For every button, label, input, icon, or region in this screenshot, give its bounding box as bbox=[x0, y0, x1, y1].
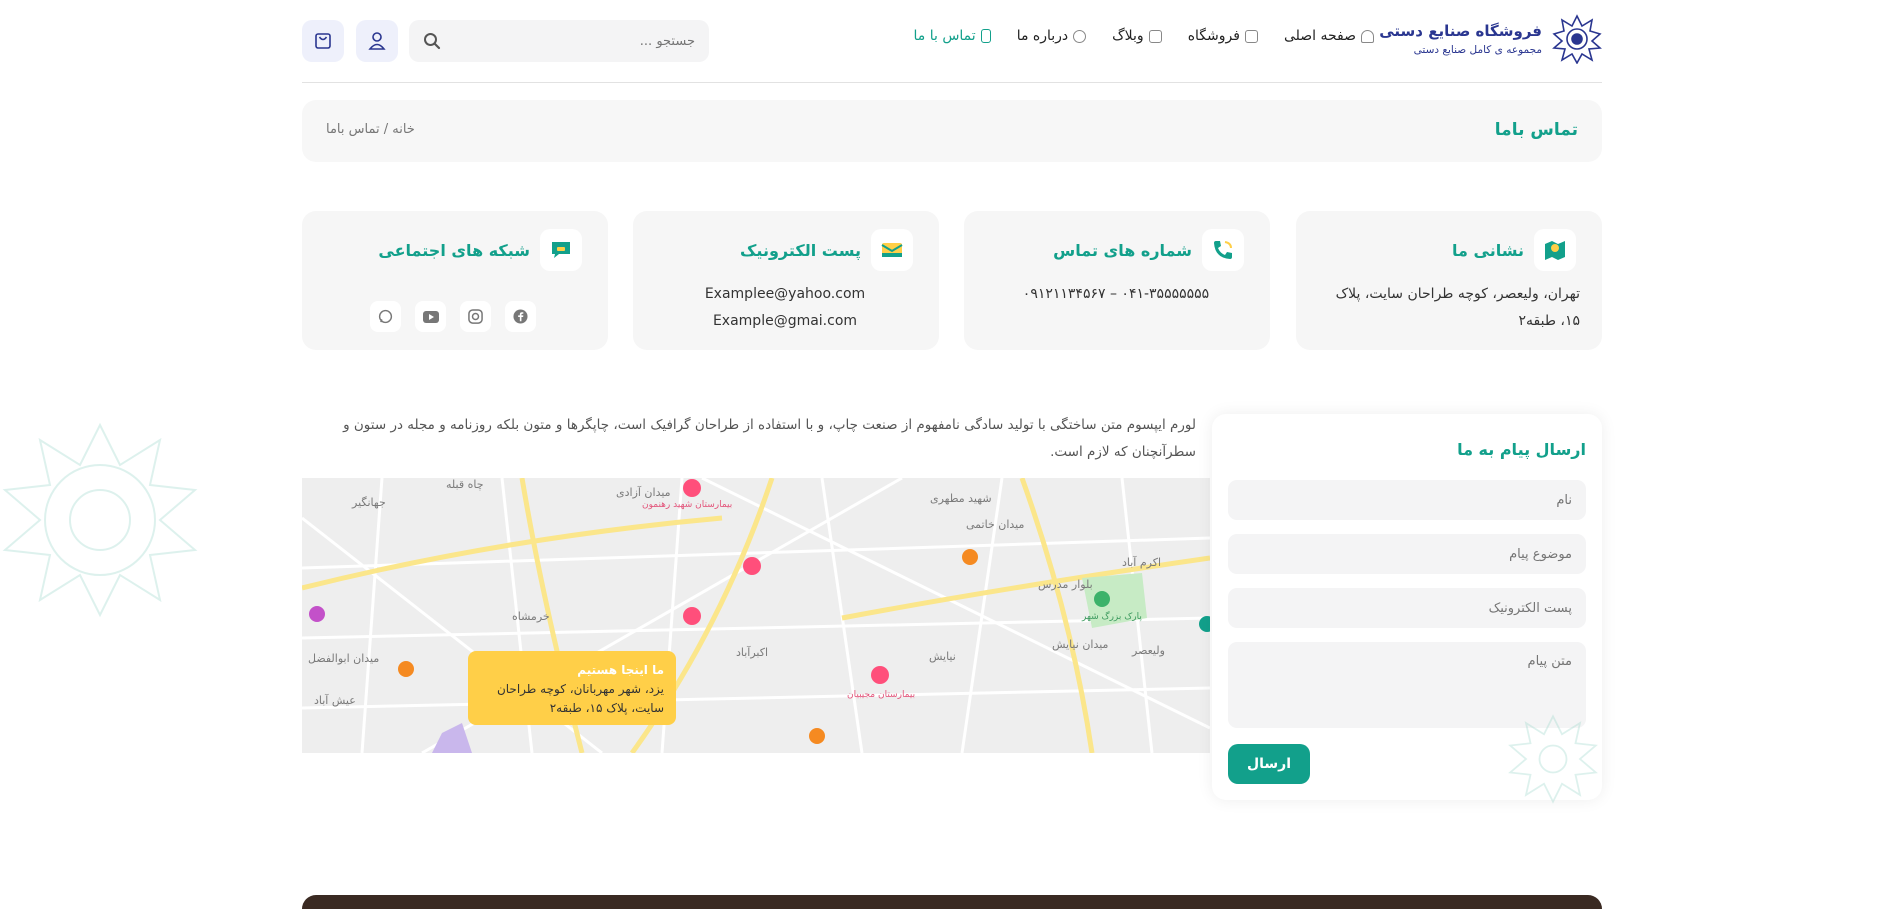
nav-about-label: درباره ما bbox=[1016, 28, 1069, 44]
phone-icon bbox=[980, 29, 991, 43]
facebook-icon[interactable] bbox=[505, 301, 536, 332]
account-button[interactable] bbox=[356, 20, 398, 62]
nav-shop-label: فروشگاه bbox=[1187, 28, 1240, 44]
map-label: بلوار مدرس bbox=[1038, 578, 1093, 591]
map-label: بیمارستان شهید رهنمون bbox=[642, 500, 733, 510]
brand-subtitle: مجموعه ی کامل صنایع دستی bbox=[1413, 44, 1542, 56]
cart-button[interactable] bbox=[302, 20, 344, 62]
breadcrumb[interactable]: خانه / تماس باما bbox=[326, 122, 415, 137]
chat-like-icon bbox=[540, 229, 582, 271]
map-label: میدان خاتمی bbox=[966, 518, 1025, 531]
address-text: تهران، ولیعصر، کوچه طراحان سایت، پلاک ۱۵… bbox=[1335, 286, 1580, 329]
search-input[interactable] bbox=[441, 33, 695, 49]
phone-call-icon bbox=[1202, 229, 1244, 271]
search-icon[interactable] bbox=[423, 32, 441, 50]
nav-shop[interactable]: فروشگاه bbox=[1188, 28, 1258, 44]
name-field[interactable] bbox=[1228, 480, 1586, 520]
email-field[interactable] bbox=[1228, 588, 1586, 628]
nav-about[interactable]: درباره ما bbox=[1016, 28, 1087, 44]
contact-form: ارسال پیام به ما ارسال bbox=[1212, 414, 1602, 804]
main-nav: صفحه اصلی فروشگاه وبلاگ درباره ما تماس ب… bbox=[914, 28, 1374, 44]
shopping-bag-icon bbox=[315, 33, 331, 49]
map-pin-icon bbox=[1534, 229, 1576, 271]
map-label: میدان نیایش bbox=[1052, 638, 1109, 651]
map-popup-title: ما اینجا هستیم bbox=[577, 663, 664, 677]
social-card: شبکه های اجتماعی bbox=[302, 211, 608, 350]
ornament-form bbox=[1508, 714, 1598, 804]
map-label: اکرم آباد bbox=[1122, 556, 1162, 569]
email-2[interactable]: Example@gmai.com bbox=[653, 308, 917, 335]
map-label: میدان ابوالفضل bbox=[308, 652, 380, 665]
mail-icon bbox=[871, 229, 913, 271]
user-icon bbox=[368, 32, 386, 50]
youtube-icon[interactable] bbox=[415, 301, 446, 332]
nav-home[interactable]: صفحه اصلی bbox=[1284, 28, 1374, 44]
nav-blog[interactable]: وبلاگ bbox=[1112, 28, 1162, 44]
map-label: شهید مطهری bbox=[930, 492, 992, 505]
brand[interactable]: فروشگاه صنایع دستی مجموعه ی کامل صنایع د… bbox=[1379, 14, 1602, 64]
footer-banner bbox=[302, 895, 1602, 909]
send-button[interactable]: ارسال bbox=[1228, 744, 1310, 784]
address-card: نشانی ما تهران، ولیعصر، کوچه طراحان سایت… bbox=[1296, 211, 1602, 350]
email-card: پست الکترونیک Examplee@yahoo.com Example… bbox=[633, 211, 939, 350]
map-popup-text: یزد، شهر مهربانان، کوچه طراحان سایت، پلا… bbox=[496, 682, 664, 715]
nav-blog-label: وبلاگ bbox=[1112, 28, 1144, 44]
breadcrumb-bar: تماس باما خانه / تماس باما bbox=[302, 100, 1602, 162]
brand-title: فروشگاه صنایع دستی bbox=[1379, 22, 1542, 40]
map-label: بیمارستان مجیبیان bbox=[847, 690, 916, 700]
map-label: ولیعصر bbox=[1132, 644, 1165, 657]
address-title: نشانی ما bbox=[1452, 240, 1524, 260]
phones-text: ۰۴۱-۳۵۵۵۵۵۵۵ – ۰۹۱۲۱۱۳۴۵۶۷ bbox=[1022, 286, 1210, 302]
intro-text: لورم ایپسوم متن ساختگی با تولید سادگی نا… bbox=[343, 417, 1196, 460]
header: فروشگاه صنایع دستی مجموعه ی کامل صنایع د… bbox=[302, 14, 1602, 68]
page-title: تماس باما bbox=[1494, 120, 1578, 140]
whatsapp-icon[interactable] bbox=[370, 301, 401, 332]
phones-title: شماره های تماس bbox=[1053, 240, 1192, 260]
subject-field[interactable] bbox=[1228, 534, 1586, 574]
nav-home-label: صفحه اصلی bbox=[1283, 28, 1356, 44]
ornament-left bbox=[2, 422, 198, 618]
map-popup: ما اینجا هستیم یزد، شهر مهربانان، کوچه ط… bbox=[468, 651, 676, 725]
logo-icon bbox=[1552, 14, 1602, 64]
email-list: Examplee@yahoo.com Example@gmai.com bbox=[653, 281, 917, 335]
map-label: نیایش bbox=[929, 650, 956, 663]
phones-card: شماره های تماس ۰۴۱-۳۵۵۵۵۵۵۵ – ۰۹۱۲۱۱۳۴۵۶… bbox=[964, 211, 1270, 350]
social-title: شبکه های اجتماعی bbox=[378, 240, 530, 260]
social-links bbox=[370, 301, 536, 332]
map-label: چاه قبله bbox=[446, 478, 484, 491]
map-label: خرمشاه bbox=[512, 610, 550, 623]
map-label: جهانگیر bbox=[352, 496, 386, 509]
map-label: میدان آزادی bbox=[616, 486, 671, 499]
map[interactable]: میدان آزادی شهید مطهری میدان خاتمی جهانگ… bbox=[302, 478, 1210, 753]
form-title: ارسال پیام به ما bbox=[1457, 440, 1586, 459]
search-box bbox=[409, 20, 709, 62]
map-label: پارک بزرگ شهر bbox=[1082, 612, 1142, 622]
home-icon bbox=[1361, 29, 1374, 43]
nav-contact[interactable]: تماس با ما bbox=[914, 28, 991, 44]
blog-icon bbox=[1148, 29, 1162, 43]
map-label: عیش آباد bbox=[314, 694, 356, 707]
cart-icon bbox=[1244, 29, 1258, 43]
map-label: اکبرآباد bbox=[736, 646, 769, 659]
email-title: پست الکترونیک bbox=[740, 240, 861, 260]
email-1[interactable]: Examplee@yahoo.com bbox=[653, 281, 917, 308]
question-icon bbox=[1073, 29, 1087, 43]
header-divider bbox=[302, 82, 1602, 83]
instagram-icon[interactable] bbox=[460, 301, 491, 332]
nav-contact-label: تماس با ما bbox=[913, 28, 976, 44]
